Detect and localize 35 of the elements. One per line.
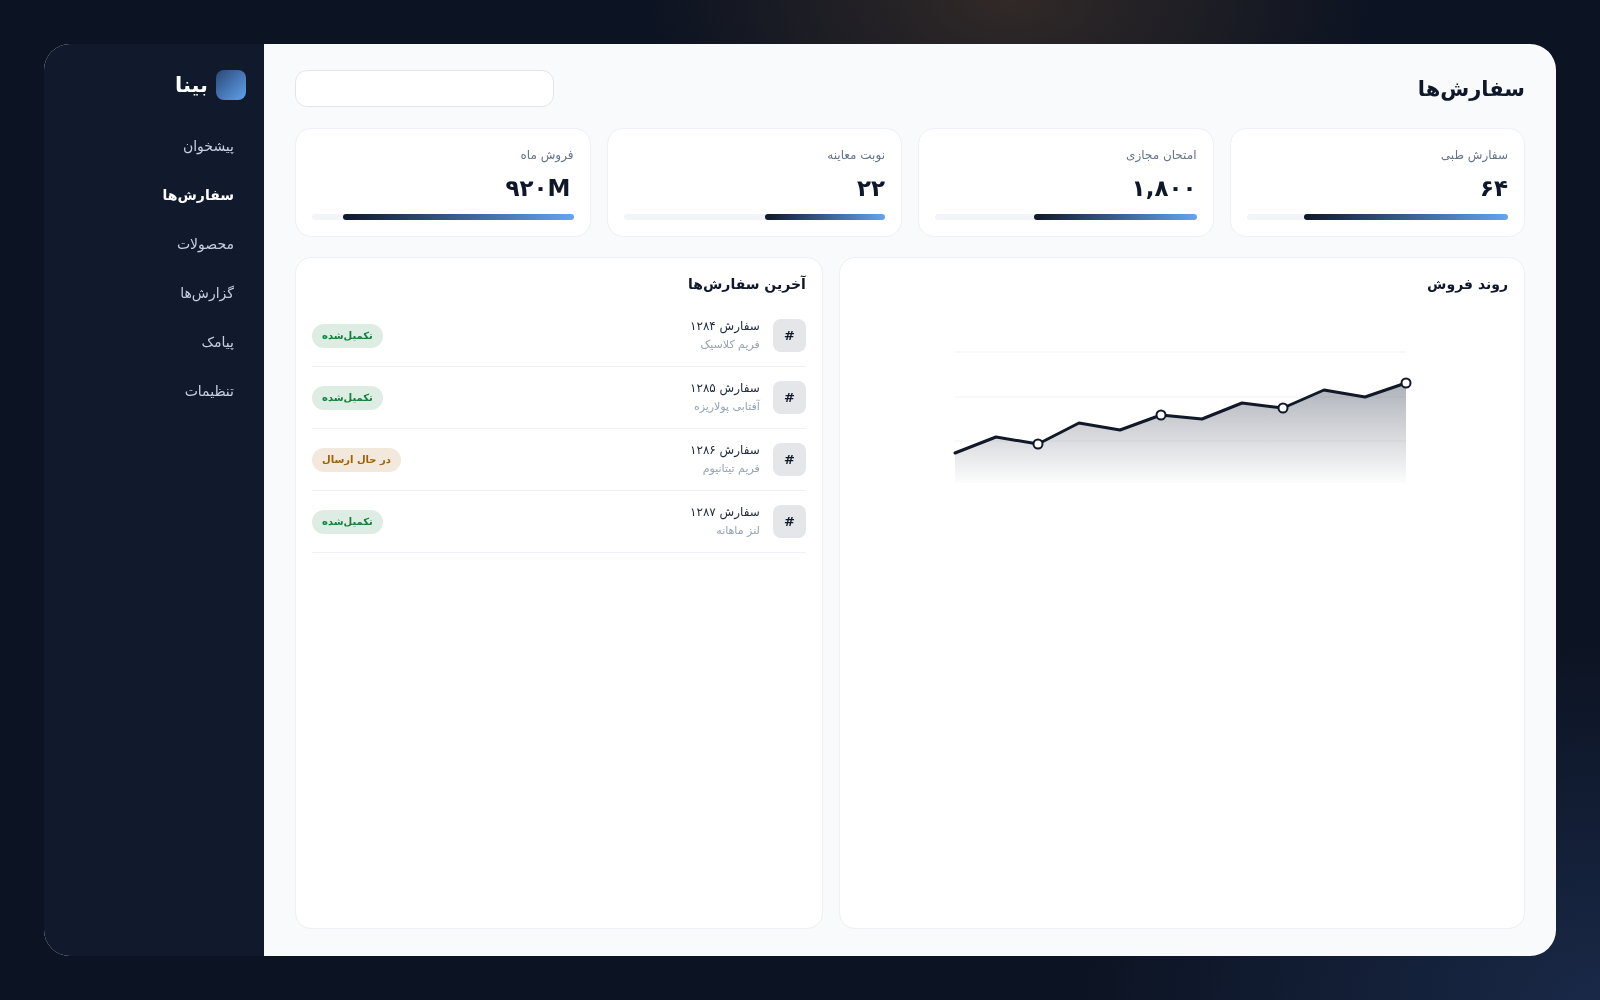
page-title: سفارش‌ها <box>1417 75 1525 103</box>
stat-value: ۱,۸۰۰ <box>1131 174 1197 203</box>
order-subtitle: فریم کلاسیک <box>700 337 760 353</box>
logo-text: بینا <box>175 72 208 99</box>
stat-value: ۶۴ <box>1479 174 1508 203</box>
sidebar-item[interactable]: پیشخوان <box>182 136 234 156</box>
sidebar-item[interactable]: سفارش‌ها <box>162 185 234 205</box>
status-badge: تکمیل‌شده <box>312 385 383 410</box>
stat-label: سفارش طبی <box>1440 147 1508 164</box>
stat-value: ۹۲۰M <box>505 174 574 203</box>
order-subtitle: فریم تیتانیوم <box>702 461 760 477</box>
sidebar-item[interactable]: محصولات <box>176 234 234 254</box>
order-title: سفارش ۱۲۸۴ <box>690 318 760 336</box>
status-badge: تکمیل‌شده <box>312 509 383 534</box>
order-title: سفارش ۱۲۸۷ <box>690 504 760 522</box>
sidebar-item[interactable]: پیامک <box>201 332 234 352</box>
hash-tile: # <box>772 443 806 476</box>
panel-title: آخرین سفارش‌ها <box>688 274 806 294</box>
stat-label: امتحان مجازی <box>1126 147 1197 164</box>
sidebar-item[interactable]: گزارش‌ها <box>180 283 234 303</box>
stat-value: ۲۲ <box>856 174 885 203</box>
stat-label: نوبت معاینه <box>827 147 885 164</box>
order-subtitle: لنز ماهانه <box>716 523 760 539</box>
stat-label: فروش ماه <box>520 147 574 164</box>
status-badge: تکمیل‌شده <box>312 323 383 348</box>
hash-tile: # <box>772 319 806 352</box>
sidebar-item[interactable]: تنظیمات <box>184 381 234 401</box>
order-title: سفارش ۱۲۸۶ <box>690 442 760 460</box>
order-subtitle: آفتابی پولاریزه <box>693 398 760 415</box>
panel-title: روند فروش <box>1427 275 1508 294</box>
status-badge: در حال ارسال <box>312 447 401 472</box>
hash-tile: # <box>772 381 806 414</box>
order-title: سفارش ۱۲۸۵ <box>690 380 760 398</box>
input-field[interactable] <box>295 70 554 107</box>
hash-tile: # <box>772 505 806 538</box>
